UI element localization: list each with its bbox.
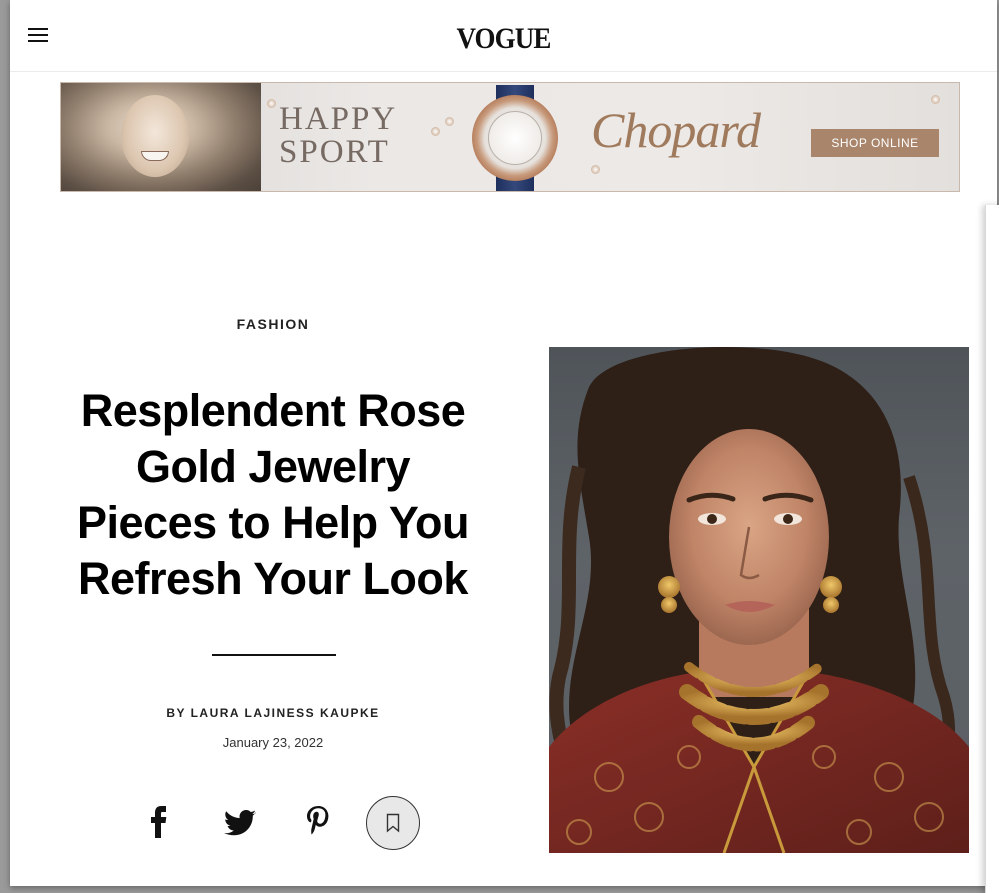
pinterest-icon[interactable] — [306, 806, 330, 838]
headline-line: Pieces to Help You — [77, 497, 469, 548]
article-date: January 23, 2022 — [222, 735, 324, 750]
diamond-icon — [931, 95, 940, 104]
headline-line: Refresh Your Look — [78, 553, 468, 604]
diamond-icon — [445, 117, 454, 126]
vogue-logo[interactable]: VOGUE — [59, 22, 947, 56]
diamond-icon — [267, 99, 276, 108]
twitter-icon[interactable] — [224, 810, 256, 836]
headline-line: Gold Jewelry — [135, 441, 411, 492]
article-byline[interactable]: BY LAURA LAJINESS KAUPKE — [10, 706, 536, 720]
page: VOGUE HAPPY SPORT Chopard SHOP ONLINE FA… — [10, 0, 997, 886]
hamburger-menu-icon[interactable] — [28, 28, 48, 44]
ad-model-photo — [61, 83, 261, 191]
article-headline: Resplendent Rose Gold Jewelry Pieces to … — [28, 383, 518, 607]
bookmark-button[interactable] — [366, 796, 420, 850]
shop-online-button[interactable]: SHOP ONLINE — [811, 129, 939, 157]
chopard-ad-banner[interactable]: HAPPY SPORT Chopard SHOP ONLINE — [60, 82, 960, 192]
diamond-icon — [591, 165, 600, 174]
ad-brand-logo: Chopard — [591, 102, 761, 158]
ad-headline: HAPPY SPORT — [279, 103, 397, 169]
headline-divider — [212, 654, 336, 656]
ad-headline-line1: HAPPY — [279, 101, 398, 137]
ad-headline-line2: SPORT — [279, 134, 390, 170]
article-category[interactable]: FASHION — [10, 316, 536, 332]
headline-line: Resplendent Rose — [80, 385, 466, 436]
site-header: VOGUE — [10, 0, 997, 72]
overlay-panel-edge — [985, 205, 999, 893]
watch-image — [466, 85, 566, 191]
hero-image — [549, 347, 969, 853]
bookmark-icon — [386, 813, 400, 833]
diamond-icon — [431, 127, 440, 136]
portrait-illustration — [549, 347, 969, 853]
facebook-icon[interactable] — [150, 806, 168, 838]
